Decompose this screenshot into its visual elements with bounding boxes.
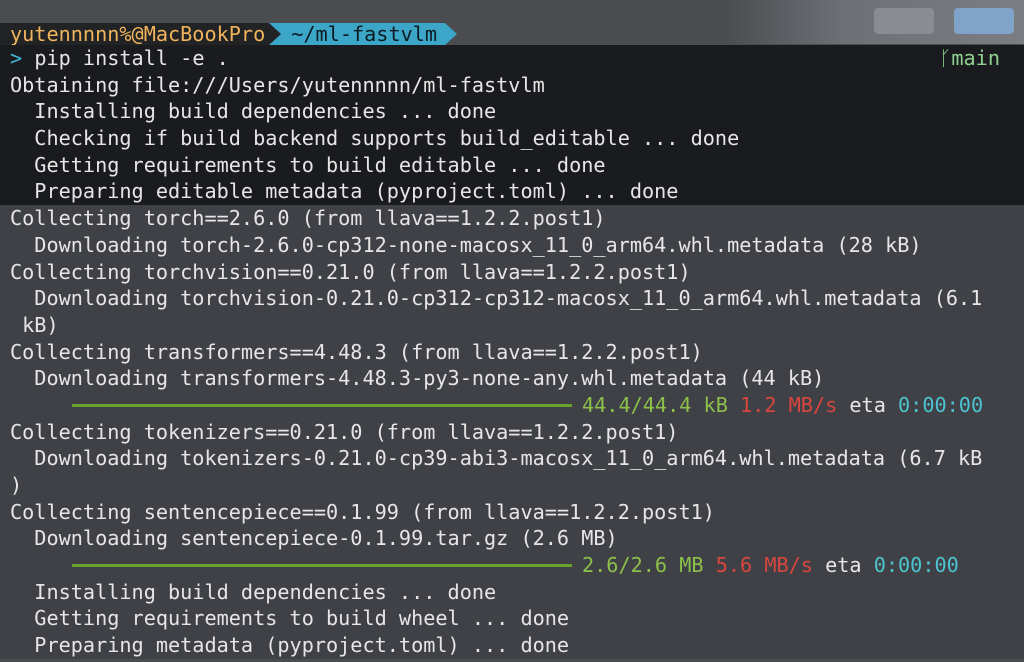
progress-line: 2.6/2.6 MB 5.6 MB/s eta 0:00:00	[0, 552, 1024, 579]
progress-eta: 0:00:00	[873, 553, 959, 578]
output-line: Getting requirements to build wheel ... …	[0, 605, 1024, 633]
output-line: Collecting transformers==4.48.3 (from ll…	[0, 338, 1024, 366]
progress-eta-label: eta	[849, 392, 886, 417]
output-line: Getting requirements to build editable .…	[0, 151, 1024, 179]
output-line: Installing build dependencies ... done	[0, 578, 1024, 606]
command-line[interactable]: > pip install -e . ᚴmain	[0, 45, 1024, 72]
prompt-path: ~/ml-fastvlm	[269, 23, 446, 45]
output-line: Checking if build backend supports build…	[0, 125, 1024, 152]
output-line: Collecting tokenizers==0.21.0 (from llav…	[0, 418, 1024, 446]
output-line: Collecting sentencepiece==0.1.99 (from l…	[0, 498, 1024, 526]
prompt-bar: yutennnnn%@MacBookPro ~/ml-fastvlm	[0, 23, 1024, 45]
git-branch-icon: ᚴ	[939, 46, 952, 70]
output-line: Downloading torchvision-0.21.0-cp312-cp3…	[0, 285, 1024, 312]
git-branch-name: main	[951, 46, 1000, 70]
prompt-caret-icon: >	[10, 46, 23, 70]
progress-size: 44.4/44.4 kB	[582, 392, 728, 417]
output-line: Downloading sentencepiece-0.1.99.tar.gz …	[0, 525, 1024, 553]
output-line: Collecting torchvision==0.21.0 (from lla…	[0, 258, 1024, 286]
progress-bar	[72, 563, 572, 567]
output-line: Downloading torch-2.6.0-cp312-none-macos…	[0, 231, 1024, 259]
progress-eta: 0:00:00	[898, 392, 984, 417]
output-line: )	[0, 472, 1024, 499]
output-line: kB)	[0, 311, 1024, 339]
prompt-arrow-icon	[445, 23, 458, 45]
progress-size: 2.6/2.6 MB	[582, 553, 704, 578]
git-branch: ᚴmain	[939, 45, 1000, 72]
progress-eta-label: eta	[825, 553, 862, 578]
output-line: Obtaining file:///Users/yutennnnn/ml-fas…	[0, 71, 1024, 99]
progress-line: 44.4/44.4 kB 1.2 MB/s eta 0:00:00	[0, 391, 1024, 419]
output-line: Collecting torch==2.6.0 (from llava==1.2…	[0, 205, 1024, 232]
progress-speed: 1.2 MB/s	[740, 392, 838, 417]
prompt-user: yutennnnn%@MacBookPro	[0, 23, 270, 45]
output-line: Downloading tokenizers-0.21.0-cp39-abi3-…	[0, 445, 1024, 472]
terminal-window[interactable]: yutennnnn%@MacBookPro ~/ml-fastvlm > pip…	[0, 0, 1024, 662]
output-line: Installing build dependencies ... done	[0, 98, 1024, 126]
command-text: pip install -e .	[34, 46, 229, 70]
output-line: Preparing editable metadata (pyproject.t…	[0, 178, 1024, 206]
output-line: Preparing metadata (pyproject.toml) ... …	[0, 632, 1024, 659]
progress-speed: 5.6 MB/s	[715, 553, 813, 578]
output-line: Downloading transformers-4.48.3-py3-none…	[0, 365, 1024, 392]
progress-bar	[72, 403, 572, 407]
